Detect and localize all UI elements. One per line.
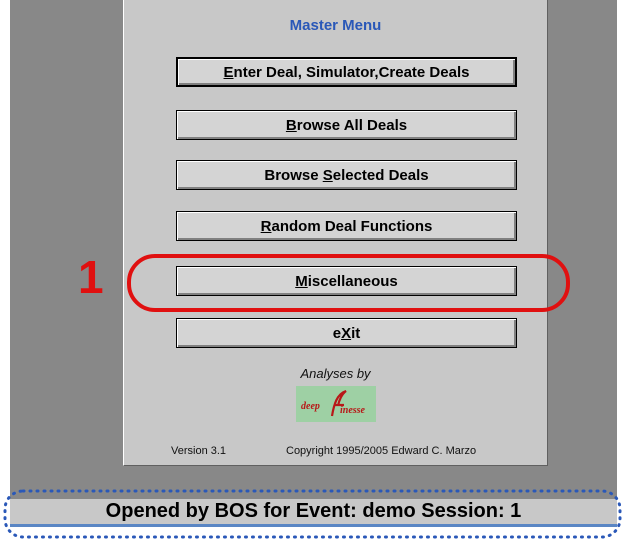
browse-selected-deals-button[interactable]: Browse Selected Deals (176, 160, 517, 190)
analyses-by-label: Analyses by (300, 366, 371, 381)
logo-text-deep: deep (301, 401, 320, 412)
mnemonic-underline: M (295, 272, 308, 290)
mnemonic-underline: X (341, 324, 352, 342)
menu-title: Master Menu (289, 17, 382, 34)
callout-number: 1 (78, 251, 104, 303)
enter-deal-label: Enter Deal, Simulator,Create Deals (223, 63, 470, 81)
browse-selected-deals-label: Browse Selected Deals (264, 166, 429, 184)
mnemonic-underline: S (322, 166, 333, 184)
copyright-label: Copyright 1995/2005 Edward C. Marzo (286, 445, 477, 457)
browse-all-deals-label: Browse All Deals (285, 116, 408, 134)
miscellaneous-button[interactable]: Miscellaneous (176, 266, 517, 296)
exit-button[interactable]: eXit (176, 318, 517, 348)
enter-deal-button[interactable]: Enter Deal, Simulator,Create Deals (176, 57, 517, 87)
browse-all-deals-button[interactable]: Browse All Deals (176, 110, 517, 140)
mnemonic-underline: E (223, 63, 234, 81)
version-label: Version 3.1 (171, 445, 227, 457)
master-menu-window: Master Menu Enter Deal, Simulator,Create… (123, 0, 548, 466)
mnemonic-underline: R (260, 217, 272, 235)
logo-graphic: deep inesse (296, 386, 376, 422)
deep-finesse-logo: deep inesse (296, 386, 376, 422)
status-bar-text: Opened by BOS for Event: demo Session: 1 (105, 500, 522, 522)
random-deal-functions-button[interactable]: Random Deal Functions (176, 211, 517, 241)
random-deal-functions-label: Random Deal Functions (260, 217, 433, 235)
exit-label: eXit (332, 324, 361, 342)
mnemonic-underline: B (285, 116, 297, 134)
logo-text-finesse: inesse (340, 405, 366, 416)
status-bar: Opened by BOS for Event: demo Session: 1 (10, 499, 617, 527)
miscellaneous-label: Miscellaneous (295, 272, 398, 290)
